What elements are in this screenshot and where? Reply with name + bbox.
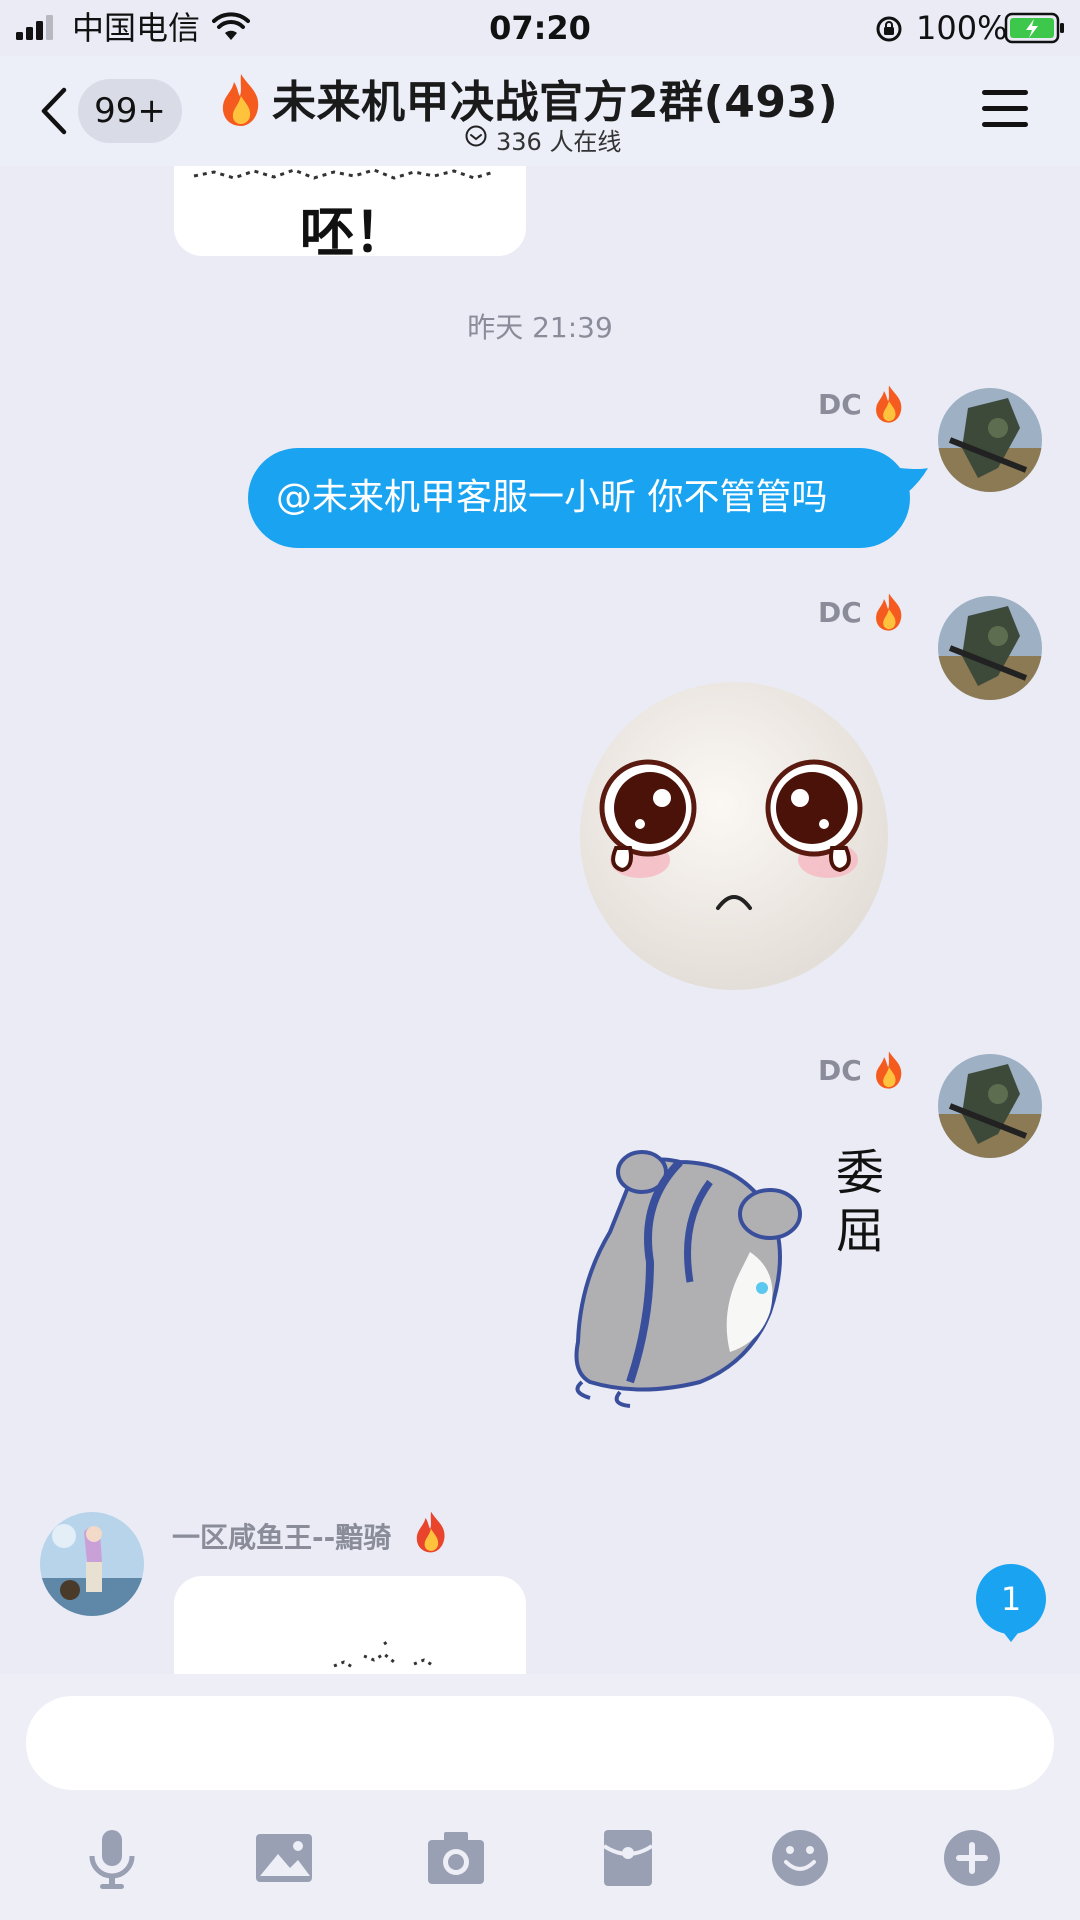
rotation-lock-icon <box>876 16 902 42</box>
avatar[interactable] <box>938 1054 1042 1158</box>
back-arrow-icon[interactable] <box>36 86 70 136</box>
message-input[interactable] <box>26 1696 1054 1790</box>
sender-name: 一区咸鱼王--黯骑 <box>172 1521 392 1554</box>
fire-icon <box>222 74 259 126</box>
sender-name: DC <box>818 1054 862 1087</box>
image-icon[interactable] <box>252 1826 316 1890</box>
sticker-scribble <box>333 1638 435 1670</box>
sticker-caption: 委屈 <box>836 1145 885 1259</box>
avatar-image <box>938 596 1042 700</box>
microphone-icon[interactable] <box>80 1826 144 1890</box>
fire-icon <box>416 1511 445 1553</box>
input-area <box>0 1674 1080 1920</box>
avatar-image <box>938 1054 1042 1158</box>
badge-tail <box>1000 1628 1022 1642</box>
crying-face-sticker[interactable] <box>578 680 890 992</box>
bubble-tail <box>900 468 928 494</box>
sender-name: DC <box>818 388 862 421</box>
sticker-scribble <box>193 168 495 180</box>
online-count: 336 人在线 <box>496 128 622 156</box>
avatar-image <box>938 388 1042 492</box>
avatar-image <box>40 1512 144 1616</box>
sticker-image[interactable]: 呸！ <box>174 166 526 264</box>
avatar[interactable] <box>40 1512 144 1616</box>
sticker-text: 呸！ <box>300 201 408 264</box>
new-message-badge[interactable]: 1 <box>976 1564 1046 1634</box>
battery-icon <box>1004 12 1064 44</box>
avatar[interactable] <box>938 596 1042 700</box>
plus-icon[interactable] <box>940 1826 1004 1890</box>
fire-icon <box>876 385 902 423</box>
hamster-sticker[interactable] <box>570 1142 820 1412</box>
online-status-icon <box>465 125 487 147</box>
battery-percent: 100% <box>916 9 1008 47</box>
fire-icon <box>876 593 902 631</box>
chat-message-list[interactable]: 呸！ 昨天 21:39 DC @未来机甲客服一小昕 你不管管吗 DC DC 委屈… <box>0 166 1080 1674</box>
menu-icon[interactable] <box>980 86 1030 132</box>
message-bubble[interactable]: @未来机甲客服一小昕 你不管管吗 <box>248 448 910 548</box>
emoji-icon[interactable] <box>768 1826 832 1890</box>
avatar[interactable] <box>938 388 1042 492</box>
sticker-image[interactable] <box>174 1576 526 1674</box>
chat-header: 99+ 未来机甲决战官方2群(493) 336 人在线 <box>0 56 1080 166</box>
sender-name: DC <box>818 596 862 629</box>
group-title[interactable]: 未来机甲决战官方2群(493) <box>272 66 838 130</box>
fire-icon <box>876 1051 902 1089</box>
status-bar: 中国电信 07:20 100% <box>0 0 1080 56</box>
camera-icon[interactable] <box>424 1826 488 1890</box>
unread-badge[interactable]: 99+ <box>78 79 182 143</box>
timestamp: 昨天 21:39 <box>467 311 613 344</box>
red-packet-icon[interactable] <box>596 1826 660 1890</box>
